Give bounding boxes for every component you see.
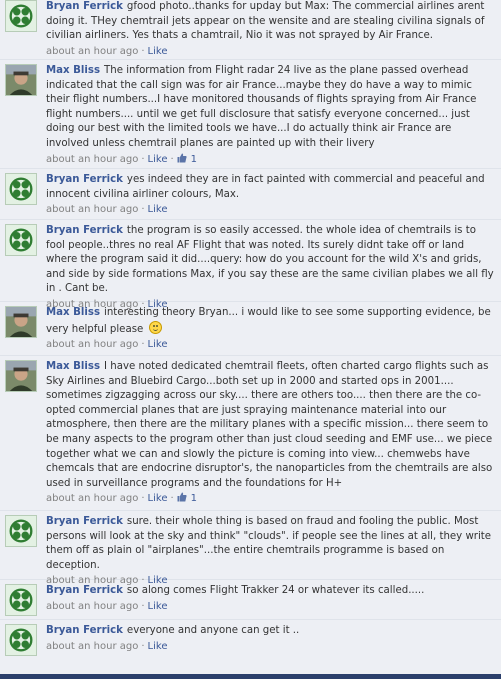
avatar[interactable] xyxy=(5,584,37,616)
comment-meta: about an hour ago · Like xyxy=(46,45,168,57)
profile-photo-icon xyxy=(6,65,36,95)
comment-item: Max Bliss The information from Flight rad… xyxy=(0,60,501,169)
bottom-bar xyxy=(0,674,501,679)
celtic-logo-icon xyxy=(6,174,36,204)
comment-text: everyone and anyone can get it .. xyxy=(126,625,300,636)
like-link[interactable]: Like xyxy=(148,154,168,165)
profile-photo-icon xyxy=(6,361,36,391)
avatar[interactable] xyxy=(5,173,37,205)
comment-timestamp[interactable]: about an hour ago xyxy=(46,339,138,350)
thumbs-up-icon[interactable] xyxy=(177,153,187,163)
comment-timestamp[interactable]: about an hour ago xyxy=(46,493,138,504)
like-link[interactable]: Like xyxy=(148,339,168,350)
avatar[interactable] xyxy=(5,515,37,547)
celtic-logo-icon xyxy=(6,1,36,31)
comment-text: I have noted dedicated chemtrail fleets,… xyxy=(46,361,493,489)
like-link[interactable]: Like xyxy=(148,493,168,504)
comment-timestamp[interactable]: about an hour ago xyxy=(46,154,138,165)
comment-item: Max Bliss interesting theory Bryan... i w… xyxy=(0,302,501,356)
comment-item: Bryan Ferrick sure. their whole thing is … xyxy=(0,511,501,586)
celtic-logo-icon xyxy=(6,516,36,546)
avatar[interactable] xyxy=(5,0,37,32)
comment-author[interactable]: Max Bliss xyxy=(46,307,100,318)
like-count[interactable]: 1 xyxy=(191,154,197,165)
avatar[interactable] xyxy=(5,306,37,338)
comment-author[interactable]: Bryan Ferrick xyxy=(46,585,123,596)
avatar[interactable] xyxy=(5,624,37,656)
comment-meta: about an hour ago · Like xyxy=(46,339,168,351)
comment-item: Bryan Ferrick everyone and anyone can get… xyxy=(0,620,501,664)
avatar[interactable] xyxy=(5,224,37,256)
comment-timestamp[interactable]: about an hour ago xyxy=(46,641,138,652)
comment-timestamp[interactable]: about an hour ago xyxy=(46,204,138,215)
comment-item: Bryan Ferrick gfood photo..thanks for upd… xyxy=(0,0,501,60)
comment-meta: about an hour ago · Like · 1 xyxy=(46,492,198,505)
like-link[interactable]: Like xyxy=(148,46,168,57)
comment-text: The information from Flight radar 24 liv… xyxy=(46,65,477,149)
like-count[interactable]: 1 xyxy=(191,493,197,504)
comment-item: Bryan Ferrick the program is so easily ac… xyxy=(0,220,501,310)
comment-author[interactable]: Bryan Ferrick xyxy=(46,1,123,12)
comment-meta: about an hour ago · Like xyxy=(46,640,168,652)
comment-author[interactable]: Bryan Ferrick xyxy=(46,516,123,527)
comment-timestamp[interactable]: about an hour ago xyxy=(46,46,138,57)
thumbs-up-icon[interactable] xyxy=(177,492,187,502)
avatar[interactable] xyxy=(5,64,37,96)
comment-meta: about an hour ago · Like · 1 xyxy=(46,153,198,165)
celtic-logo-icon xyxy=(6,585,36,615)
comment-author[interactable]: Bryan Ferrick xyxy=(46,225,123,236)
like-link[interactable]: Like xyxy=(148,204,168,215)
celtic-logo-icon xyxy=(6,625,36,655)
comment-author[interactable]: Bryan Ferrick xyxy=(46,625,123,636)
comment-timestamp[interactable]: about an hour ago xyxy=(46,601,138,612)
comment-author[interactable]: Max Bliss xyxy=(46,65,100,76)
comment-author[interactable]: Bryan Ferrick xyxy=(46,174,123,185)
comment-item: Max Bliss I have noted dedicated chemtrai… xyxy=(0,356,501,511)
comment-text: so along comes Flight Trakker 24 or what… xyxy=(126,585,425,596)
comment-meta: about an hour ago · Like xyxy=(46,600,168,612)
smiley-icon xyxy=(148,320,162,334)
like-link[interactable]: Like xyxy=(148,641,168,652)
avatar[interactable] xyxy=(5,360,37,392)
comment-author[interactable]: Max Bliss xyxy=(46,361,100,372)
comment-meta: about an hour ago · Like xyxy=(46,204,168,216)
profile-photo-icon xyxy=(6,307,36,337)
comment-list: Bryan Ferrick gfood photo..thanks for upd… xyxy=(0,0,501,664)
comment-item: Bryan Ferrick so along comes Flight Trakk… xyxy=(0,580,501,620)
comment-text: interesting theory Bryan... i would like… xyxy=(46,307,491,335)
celtic-logo-icon xyxy=(6,225,36,255)
comment-item: Bryan Ferrick yes indeed they are in fact… xyxy=(0,169,501,220)
like-link[interactable]: Like xyxy=(148,601,168,612)
